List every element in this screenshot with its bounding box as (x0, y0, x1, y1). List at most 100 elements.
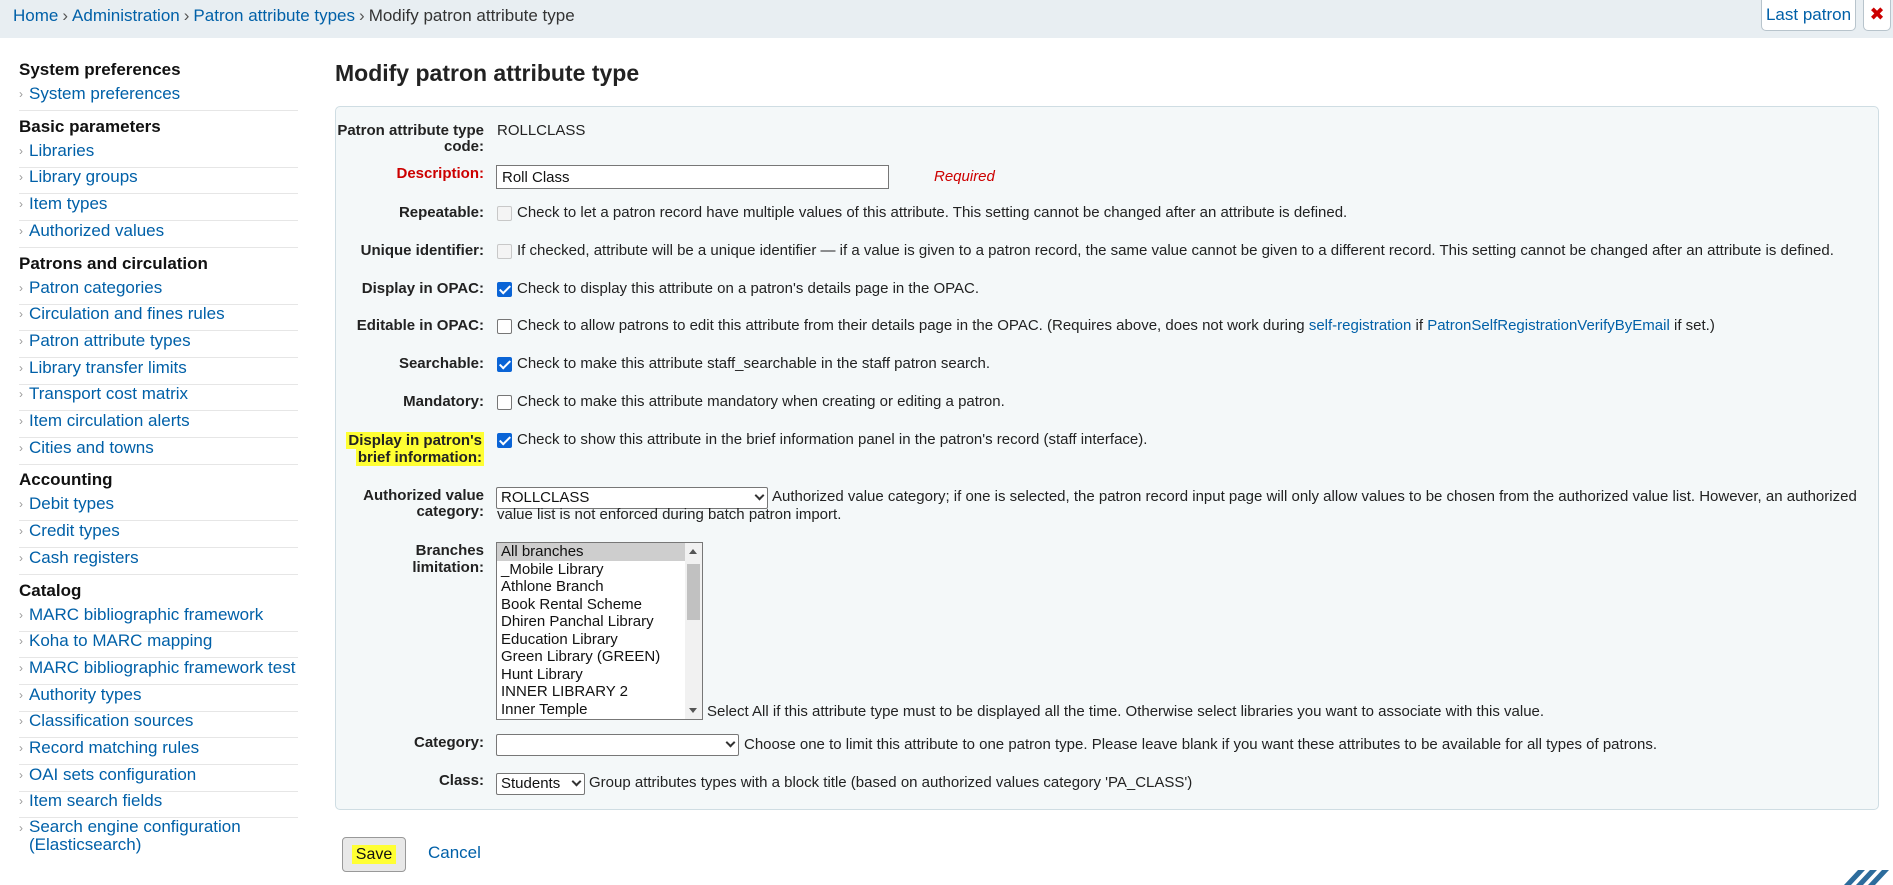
sidebar-item[interactable]: › MARC bibliographic framework (19, 605, 298, 632)
sidebar-item-link[interactable]: Item search fields (29, 791, 162, 810)
branch-option[interactable]: Book Rental Scheme (497, 596, 702, 614)
sidebar-item[interactable]: › Library transfer limits (19, 358, 298, 385)
chevron-right-icon: › (19, 607, 23, 622)
top-bar: Home › Administration › Patron attribute typ… (0, 0, 1893, 38)
authorized-value-label-line1: Authorized value (363, 487, 484, 504)
sidebar-item[interactable]: › Search engine configuration (Elasticsea… (19, 818, 298, 858)
sidebar-item[interactable]: › Patron attribute types (19, 331, 298, 358)
branches-scrollbar[interactable] (685, 543, 702, 719)
brief-info-label: Display in patron's brief information: (324, 432, 484, 466)
sidebar-item-link[interactable]: System preferences (29, 84, 180, 103)
sidebar-item[interactable]: › Debit types (19, 494, 298, 522)
sidebar-item-link[interactable]: MARC bibliographic framework test (29, 658, 295, 677)
sidebar-item-link[interactable]: Patron attribute types (29, 331, 191, 350)
chevron-right-icon: › (19, 280, 23, 295)
sidebar-item-link[interactable]: Item types (29, 194, 107, 213)
scroll-thumb[interactable] (687, 564, 700, 620)
branch-option[interactable]: Education Library (497, 631, 702, 649)
sidebar-item[interactable]: › OAI sets configuration (19, 765, 298, 792)
sidebar-item-link[interactable]: Authorized values (29, 221, 164, 240)
last-patron-button[interactable]: Last patron (1761, 0, 1856, 31)
sidebar-item-link[interactable]: MARC bibliographic framework (29, 605, 263, 624)
chevron-right-icon: › (19, 307, 23, 322)
sidebar-item[interactable]: › MARC bibliographic framework test (19, 658, 298, 685)
sidebar-item-link[interactable]: Koha to MARC mapping (29, 631, 212, 650)
searchable-label: Searchable: (398, 355, 484, 372)
branch-option[interactable]: Green Library (GREEN) (497, 648, 702, 666)
sidebar-item[interactable]: › Item circulation alerts (19, 411, 298, 438)
sidebar-item-link[interactable]: Debit types (29, 494, 114, 513)
sidebar-item-link[interactable]: Library groups (29, 167, 138, 186)
mandatory-checkbox[interactable] (497, 395, 512, 410)
scroll-up-icon[interactable] (689, 549, 697, 554)
koha-logo-icon (1838, 866, 1893, 885)
branch-option[interactable]: All branches (497, 543, 702, 561)
sidebar-item[interactable]: › Item types (19, 194, 298, 222)
breadcrumb-home[interactable]: Home (13, 6, 58, 25)
sidebar-item[interactable]: › Authorized values (19, 221, 298, 248)
branch-option[interactable]: _Mobile Library (497, 561, 702, 579)
branch-option[interactable]: Hunt Library (497, 666, 702, 684)
sidebar-item-link[interactable]: Circulation and fines rules (29, 304, 225, 323)
editable-opac-label: Editable in OPAC: (356, 317, 484, 334)
searchable-checkbox[interactable] (497, 357, 512, 372)
cancel-link[interactable]: Cancel (428, 843, 481, 863)
sidebar-item[interactable]: › Patron categories (19, 278, 298, 305)
sidebar-item-link[interactable]: Cities and towns (29, 438, 154, 457)
branch-option[interactable]: INNER LIBRARY 2 (497, 683, 702, 701)
sidebar-item[interactable]: › Credit types (19, 521, 298, 549)
sidebar-item[interactable]: › Cities and towns (19, 438, 298, 465)
sidebar-item[interactable]: › Koha to MARC mapping (19, 631, 298, 659)
branch-option[interactable]: Dhiren Panchal Library (497, 613, 702, 631)
verify-by-email-link[interactable]: PatronSelfRegistrationVerifyByEmail (1427, 317, 1670, 334)
category-label: Category: (413, 734, 484, 751)
scroll-down-icon[interactable] (689, 708, 697, 713)
breadcrumb-separator: › (183, 6, 190, 25)
sidebar-item[interactable]: › System preferences (19, 84, 298, 111)
sidebar-item[interactable]: › Classification sources (19, 711, 298, 739)
sidebar-item-link[interactable]: Libraries (29, 141, 94, 160)
save-button[interactable]: Save (342, 837, 406, 872)
sidebar-item-link[interactable]: Classification sources (29, 711, 193, 730)
sidebar-item-link[interactable]: Library transfer limits (29, 358, 187, 377)
sidebar-heading: Basic parameters (19, 116, 161, 136)
category-select[interactable] (496, 734, 739, 756)
sidebar-item[interactable]: › Circulation and fines rules (19, 304, 298, 332)
sidebar-item-link[interactable]: Transport cost matrix (29, 384, 188, 403)
sidebar-item-link[interactable]: Search engine configuration (Elasticsear… (29, 818, 259, 854)
class-select[interactable]: Students (496, 773, 585, 795)
branch-option[interactable]: Inner Temple (497, 701, 702, 719)
chevron-right-icon: › (19, 497, 23, 512)
editable-opac-checkbox[interactable] (497, 319, 512, 334)
repeatable-hint: Check to let a patron record have multip… (517, 204, 1348, 221)
chevron-right-icon: › (19, 440, 23, 455)
sidebar-item[interactable]: › Item search fields (19, 791, 298, 819)
breadcrumb-administration[interactable]: Administration (72, 6, 180, 25)
close-icon[interactable]: ✖ (1863, 0, 1891, 31)
unique-checkbox[interactable] (497, 244, 512, 259)
brief-info-checkbox[interactable] (497, 433, 512, 448)
chevron-right-icon: › (19, 170, 23, 185)
sidebar-item[interactable]: › Transport cost matrix (19, 384, 298, 412)
sidebar-item[interactable]: › Authority types (19, 685, 298, 712)
sidebar-item-link[interactable]: Cash registers (29, 548, 139, 567)
branches-multiselect[interactable]: All branches _Mobile Library Athlone Branc… (496, 542, 703, 720)
sidebar-item-link[interactable]: Record matching rules (29, 738, 199, 757)
display-opac-checkbox[interactable] (497, 282, 512, 297)
chevron-right-icon: › (19, 714, 23, 729)
self-registration-link[interactable]: self-registration (1309, 317, 1412, 334)
sidebar-item-link[interactable]: Patron categories (29, 278, 162, 297)
sidebar-item-link[interactable]: OAI sets configuration (29, 765, 196, 784)
sidebar-item-link[interactable]: Credit types (29, 521, 120, 540)
repeatable-checkbox[interactable] (497, 206, 512, 221)
branch-option[interactable]: Athlone Branch (497, 578, 702, 596)
sidebar-item[interactable]: › Cash registers (19, 548, 298, 575)
sidebar-item[interactable]: › Record matching rules (19, 738, 298, 765)
description-input[interactable] (496, 165, 889, 189)
sidebar-item-link[interactable]: Item circulation alerts (29, 411, 190, 430)
authorized-value-hint-line2: value list is not enforced during batch … (497, 506, 842, 523)
sidebar-item[interactable]: › Libraries (19, 141, 298, 168)
sidebar-item-link[interactable]: Authority types (29, 685, 141, 704)
breadcrumb-patron-attribute-types[interactable]: Patron attribute types (193, 6, 355, 25)
sidebar-item[interactable]: › Library groups (19, 167, 298, 195)
